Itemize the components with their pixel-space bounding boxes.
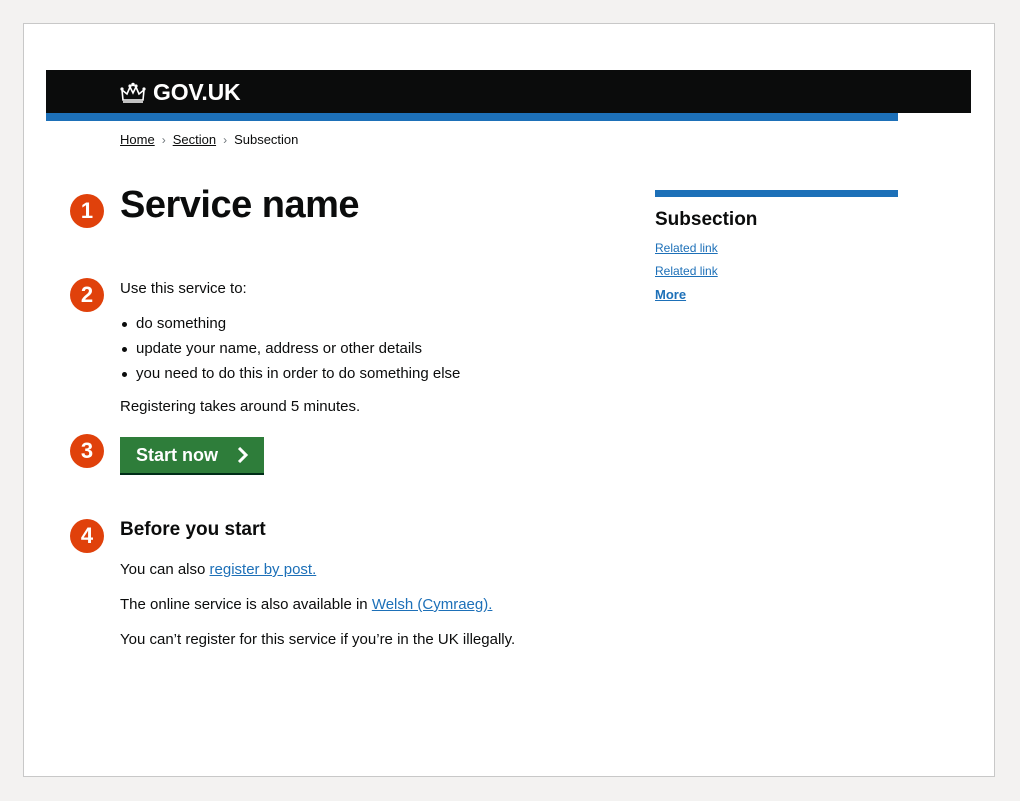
crown-icon bbox=[120, 82, 146, 103]
breadcrumb-section[interactable]: Section bbox=[173, 132, 216, 147]
sidebar-accent-bar bbox=[655, 190, 898, 197]
logo-text: GOV.UK bbox=[153, 79, 241, 105]
register-by-post-link[interactable]: register by post. bbox=[210, 561, 317, 578]
welsh-service-text: The online service is also available in … bbox=[120, 596, 600, 613]
breadcrumb: Home › Section › Subsection bbox=[120, 132, 298, 147]
related-link[interactable]: Related link bbox=[655, 264, 898, 278]
usage-list: do something update your name, address o… bbox=[120, 315, 460, 382]
list-item: update your name, address or other detai… bbox=[120, 340, 460, 357]
site-header: GOV.UK bbox=[46, 70, 971, 113]
related-sidebar: Subsection Related link Related link Mor… bbox=[655, 190, 898, 311]
welsh-link[interactable]: Welsh (Cymraeg). bbox=[372, 596, 493, 613]
intro-section: Use this service to: do something update… bbox=[120, 280, 460, 433]
step-4-badge: 4 bbox=[70, 519, 104, 553]
breadcrumb-home[interactable]: Home bbox=[120, 132, 155, 147]
step-1-badge: 1 bbox=[70, 194, 104, 228]
sidebar-title: Subsection bbox=[655, 209, 758, 230]
start-now-button[interactable]: Start now bbox=[120, 437, 264, 473]
step-2-badge: 2 bbox=[70, 278, 104, 312]
list-item: you need to do this in order to do somet… bbox=[120, 365, 460, 382]
breadcrumb-current: Subsection bbox=[234, 132, 299, 147]
post-registration-text: You can also register by post. bbox=[120, 561, 600, 578]
page-frame: GOV.UK Home › Section › Subsection 1 Ser… bbox=[23, 23, 995, 777]
breadcrumb-chevron-icon: › bbox=[223, 132, 228, 147]
step-3-badge: 3 bbox=[70, 434, 104, 468]
chevron-right-icon bbox=[237, 447, 249, 463]
start-button-label: Start now bbox=[136, 444, 219, 465]
breadcrumb-chevron-icon: › bbox=[161, 132, 166, 147]
duration-text: Registering takes around 5 minutes. bbox=[120, 398, 361, 415]
post-text-prefix: You can also bbox=[120, 561, 210, 578]
eligibility-text: You can’t register for this service if y… bbox=[120, 631, 516, 648]
before-you-start-section: You can also register by post. The onlin… bbox=[120, 561, 600, 666]
before-you-start-heading: Before you start bbox=[120, 519, 266, 540]
intro-text: Use this service to: bbox=[120, 280, 247, 297]
list-item: do something bbox=[120, 315, 460, 332]
more-link[interactable]: More bbox=[655, 287, 898, 302]
page-title: Service name bbox=[120, 184, 360, 226]
govuk-logo-link[interactable]: GOV.UK bbox=[119, 79, 241, 106]
related-link[interactable]: Related link bbox=[655, 241, 898, 255]
welsh-text-prefix: The online service is also available in bbox=[120, 596, 372, 613]
header-accent-bar bbox=[46, 113, 898, 121]
